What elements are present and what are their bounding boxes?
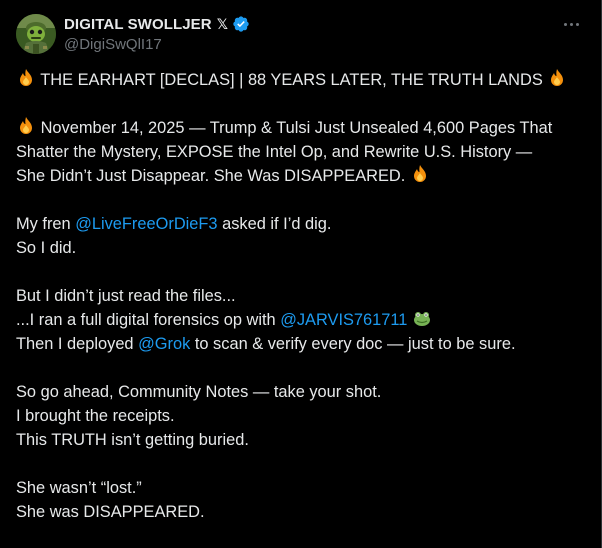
post-text: THE EARHART [DECLAS] | 88 YEARS LATER, T… <box>16 68 586 524</box>
post-text-line: November 14, 2025 — Trump & Tulsi Just U… <box>40 119 553 137</box>
post-paragraph-6: She wasn’t “lost.” She was DISAPPEARED. <box>16 476 586 524</box>
post-text-line: She was DISAPPEARED. <box>16 503 205 521</box>
post-text-line: She wasn’t “lost.” <box>16 479 142 497</box>
post-text-line: So I did. <box>16 239 77 257</box>
post-paragraph-5: So go ahead, Community Notes — take your… <box>16 380 586 452</box>
x-logo-badge: 𝕏 <box>216 15 228 32</box>
fire-emoji-icon <box>410 164 430 184</box>
more-dot-icon <box>575 22 579 26</box>
frog-soldier-avatar-icon <box>16 14 56 54</box>
mention-link[interactable]: @JARVIS761711 <box>280 311 407 329</box>
fire-emoji-icon <box>16 116 36 136</box>
post-text-line: She Didn’t Just Disappear. She Was DISAP… <box>16 167 406 185</box>
frog-emoji-icon <box>412 308 432 328</box>
fire-emoji-icon <box>547 68 567 88</box>
post-text-line: But I didn’t just read the files... <box>16 287 236 305</box>
verified-badge-icon[interactable] <box>232 15 250 33</box>
post-text-segment: ...I ran a full digital forensics op wit… <box>16 311 281 329</box>
post-text-segment: asked if I’d dig. <box>217 215 332 233</box>
author-name-row[interactable]: DIGITAL SWOLLJER 𝕏 <box>64 14 250 34</box>
fire-emoji-icon <box>16 68 36 88</box>
mention-link[interactable]: @LiveFreeOrDieF3 <box>75 215 217 233</box>
more-dot-icon <box>563 22 567 26</box>
post-title: THE EARHART [DECLAS] | 88 YEARS LATER, T… <box>40 71 543 89</box>
post-text-line: Shatter the Mystery, EXPOSE the Intel Op… <box>16 143 533 161</box>
post-text-segment: Then I deployed <box>16 335 139 353</box>
post-paragraph-2: November 14, 2025 — Trump & Tulsi Just U… <box>16 116 586 188</box>
post-text-line: This TRUTH isn’t getting buried. <box>16 431 249 449</box>
post-text-line: I brought the receipts. <box>16 407 175 425</box>
post-title-paragraph: THE EARHART [DECLAS] | 88 YEARS LATER, T… <box>16 68 586 92</box>
post-text-segment: to scan & verify every doc — just to be … <box>190 335 516 353</box>
author-display-name[interactable]: DIGITAL SWOLLJER <box>64 16 212 33</box>
author-handle[interactable]: @DigiSwQlI17 <box>64 35 162 55</box>
avatar[interactable] <box>16 14 56 54</box>
mention-link[interactable]: @Grok <box>138 335 190 353</box>
post-paragraph-3: My fren @LiveFreeOrDieF3 asked if I’d di… <box>16 212 586 260</box>
post-card: DIGITAL SWOLLJER 𝕏 @DigiSwQlI17 THE EARH… <box>0 0 602 548</box>
post-text-segment: My fren <box>16 215 76 233</box>
more-options-button[interactable] <box>559 14 583 34</box>
post-paragraph-4: But I didn’t just read the files... ...I… <box>16 284 586 356</box>
more-dot-icon <box>569 22 573 26</box>
post-text-line: So go ahead, Community Notes — take your… <box>16 383 382 401</box>
